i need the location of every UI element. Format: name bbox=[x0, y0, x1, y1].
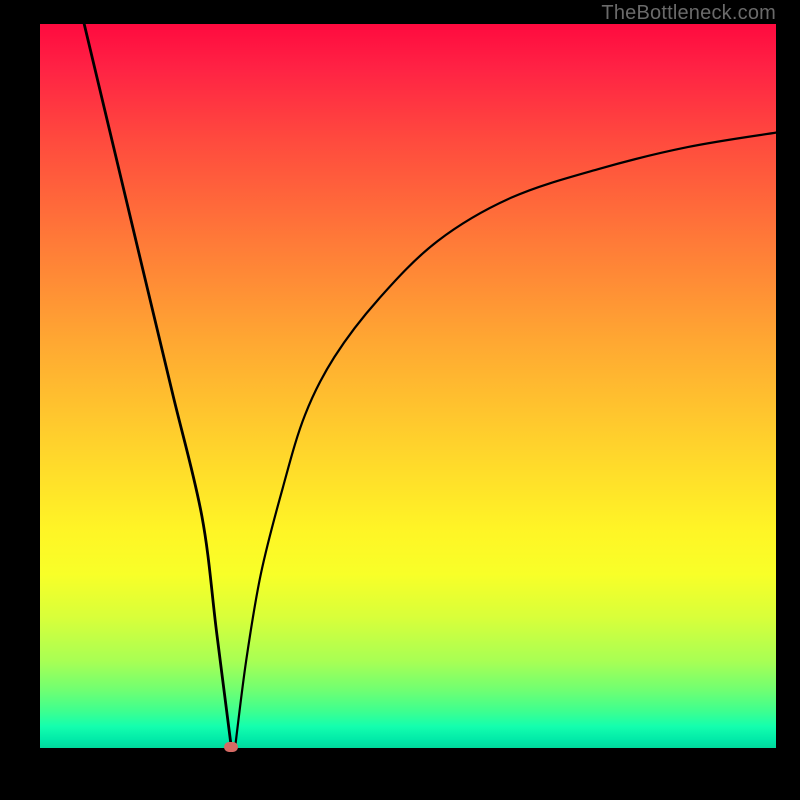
watermark-text: TheBottleneck.com bbox=[601, 2, 776, 25]
optimal-point-marker bbox=[224, 742, 238, 752]
plot-area bbox=[40, 24, 776, 748]
chart-container: TheBottleneck.com bbox=[0, 0, 800, 800]
bottleneck-curve bbox=[40, 24, 776, 748]
curve-left-branch bbox=[84, 24, 231, 748]
curve-right-branch bbox=[235, 133, 776, 748]
